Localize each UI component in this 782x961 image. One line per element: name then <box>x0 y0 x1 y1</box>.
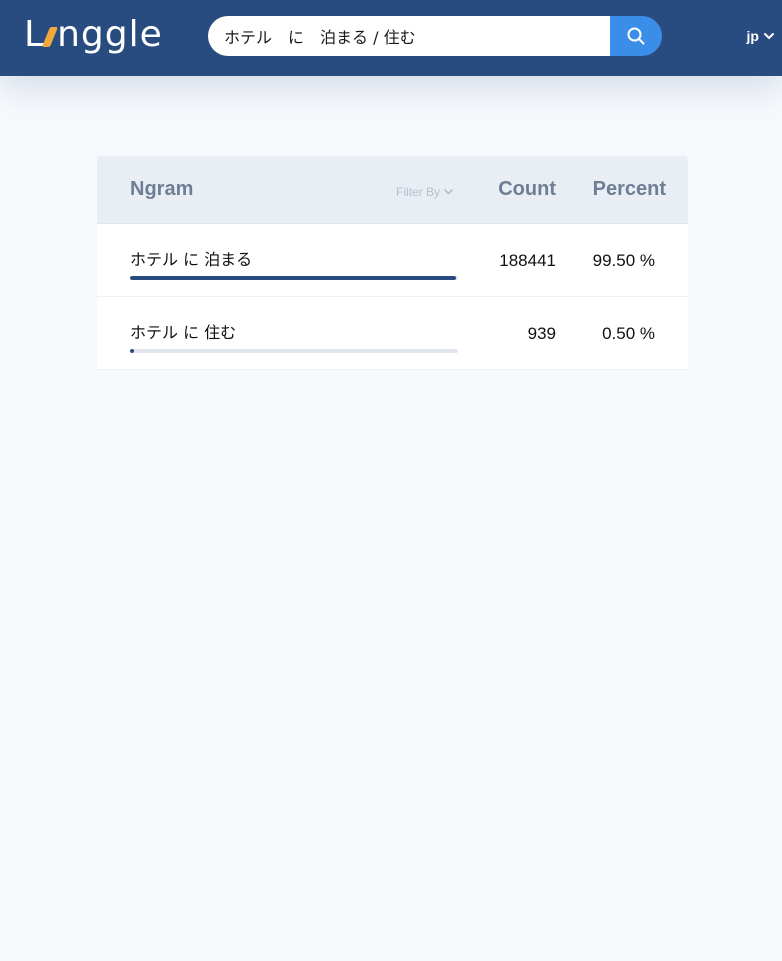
ngram-text: ホテル に 住む <box>130 323 237 342</box>
ngram-text: ホテル に 泊まる <box>130 250 253 269</box>
chevron-down-icon <box>444 189 453 195</box>
percent-value: 0.50 % <box>602 324 655 343</box>
table-row[interactable]: ホテル に 住む 939 0.50 % <box>97 297 688 370</box>
count-value: 188441 <box>499 251 556 270</box>
frequency-bar <box>130 349 458 353</box>
results-table: Ngram Filter By Count Percent ホテル に 泊まる … <box>97 156 688 370</box>
frequency-bar-fill <box>130 349 134 353</box>
count-column-header: Count <box>498 178 556 200</box>
search-input[interactable] <box>208 16 610 56</box>
search-bar <box>208 16 662 56</box>
ngram-column-header: Ngram <box>130 178 194 200</box>
count-value: 939 <box>527 324 556 343</box>
chevron-down-icon <box>764 32 774 39</box>
logo-letters-nggle: nggle <box>57 14 163 55</box>
percent-column-header: Percent <box>592 178 666 200</box>
percent-value: 99.50 % <box>592 251 655 270</box>
search-button[interactable] <box>610 16 662 56</box>
frequency-bar-fill <box>130 276 457 280</box>
top-navbar: Lnggle jp <box>0 0 782 76</box>
logo-letter-l: L <box>24 14 46 55</box>
linggle-logo[interactable]: Lnggle <box>24 13 163 57</box>
frequency-bar <box>130 276 458 280</box>
language-selector[interactable]: jp <box>747 28 774 44</box>
language-label: jp <box>746 28 759 44</box>
filter-by-label: Filter By <box>396 185 441 199</box>
filter-by-dropdown[interactable]: Filter By <box>396 185 453 199</box>
table-header: Ngram Filter By Count Percent <box>97 156 688 224</box>
table-row[interactable]: ホテル に 泊まる 188441 99.50 % <box>97 224 688 297</box>
search-icon <box>627 27 645 45</box>
